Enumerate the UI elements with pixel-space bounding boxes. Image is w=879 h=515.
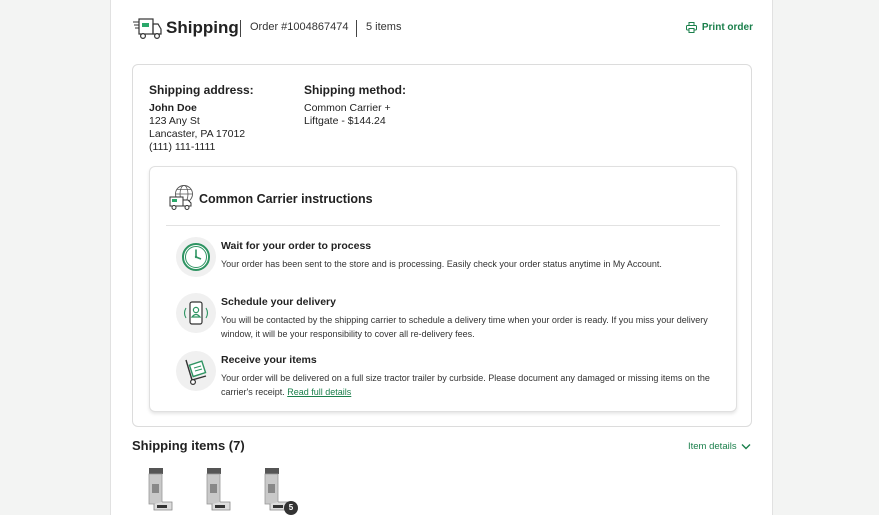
- read-full-details-link[interactable]: Read full details: [287, 387, 351, 397]
- shipping-items-title: Shipping items (7): [132, 438, 245, 453]
- shipping-method-heading: Shipping method:: [304, 83, 406, 97]
- print-order-button[interactable]: Print order: [685, 22, 753, 33]
- section-divider: [166, 225, 720, 226]
- shipping-header: Shipping Order #1004867474 5 items Print…: [133, 14, 753, 44]
- address-street: 123 Any St: [149, 115, 200, 127]
- item-details-label: Item details: [688, 441, 737, 452]
- shipping-panel: Shipping Order #1004867474 5 items Print…: [110, 0, 773, 515]
- shipping-method-line2: Liftgate - $144.24: [304, 115, 386, 127]
- carrier-instructions-header: Common Carrier instructions: [168, 184, 728, 212]
- shipping-method-line1: Common Carrier +: [304, 102, 391, 114]
- step-title: Schedule your delivery: [221, 296, 336, 308]
- printer-icon: [685, 22, 697, 33]
- item-details-toggle[interactable]: Item details: [688, 441, 751, 452]
- recipient-name: John Doe: [149, 102, 197, 114]
- more-items-badge: 5: [284, 501, 298, 515]
- address-phone: (111) 111-1111: [149, 141, 216, 153]
- shipping-address-heading: Shipping address:: [149, 83, 254, 97]
- print-order-label: Print order: [701, 22, 753, 33]
- carrier-instructions-title: Common Carrier instructions: [199, 192, 373, 206]
- header-divider: [240, 20, 241, 37]
- step-description: Your order will be delivered on a full s…: [221, 371, 711, 399]
- step-title: Receive your items: [221, 354, 317, 366]
- page-title: Shipping: [166, 18, 239, 37]
- product-thumbnail[interactable]: [200, 466, 234, 515]
- chevron-down-icon: [741, 444, 751, 450]
- carrier-instructions-card: Common Carrier instructions Wait for you…: [149, 166, 737, 412]
- clock-icon: [176, 237, 216, 277]
- phone-ringing-icon: [176, 293, 216, 333]
- product-thumbnail[interactable]: [142, 466, 176, 515]
- items-count: 5 items: [366, 21, 402, 33]
- globe-truck-icon: [169, 185, 193, 210]
- step-title: Wait for your order to process: [221, 240, 372, 252]
- step-description: Your order has been sent to the store an…: [221, 259, 662, 269]
- hand-truck-icon: [176, 351, 216, 391]
- step-description: You will be contacted by the shipping ca…: [221, 315, 708, 339]
- address-city: Lancaster, PA 17012: [149, 128, 246, 140]
- shipping-truck-icon: [133, 18, 162, 40]
- shipping-method: Shipping method: Common Carrier + Liftga…: [304, 84, 406, 128]
- shipping-details-card: Shipping address: John Doe 123 Any St La…: [132, 64, 752, 427]
- order-number: Order #1004867474: [250, 21, 349, 33]
- shipping-address: Shipping address: John Doe 123 Any St La…: [149, 84, 254, 154]
- header-divider: [356, 20, 357, 37]
